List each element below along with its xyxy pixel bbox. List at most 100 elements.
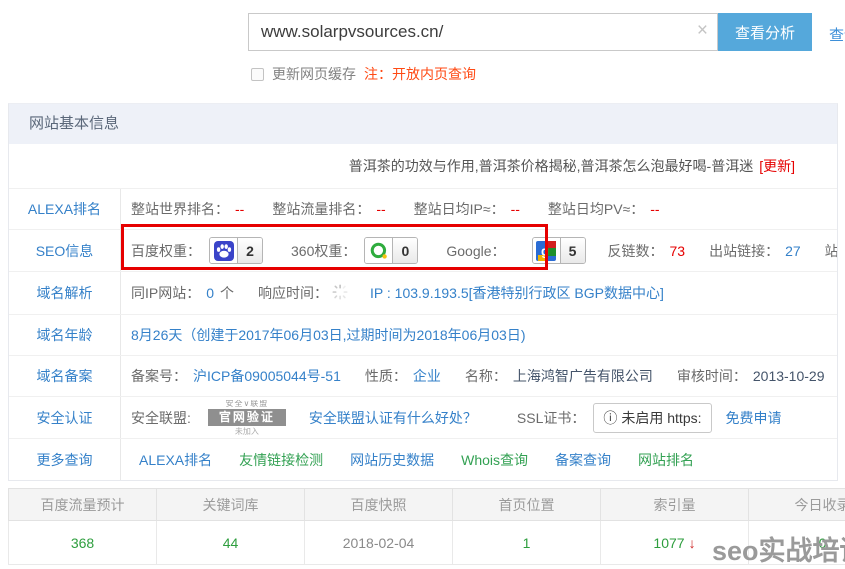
- outlinks-value: 27: [785, 243, 801, 259]
- link-site-history[interactable]: 网站历史数据: [350, 450, 434, 470]
- badge-sub-text: 未加入: [199, 428, 295, 436]
- backlinks-value: 73: [670, 243, 686, 259]
- seo-row-label: SEO信息: [9, 230, 121, 271]
- header-baidu-snapshot: 百度快照: [305, 489, 453, 521]
- domain-age-row: 域名年龄 8月26天（创建于2017年06月03日,过期时间为2018年06月0…: [9, 314, 837, 355]
- more-queries-content: ALEXA排名 友情链接检测 网站历史数据 Whois查询 备案查询 网站排名: [121, 450, 837, 470]
- value-keyword-count[interactable]: 44: [157, 521, 305, 565]
- icp-audit-label: 审核时间：: [677, 366, 747, 386]
- analyze-button[interactable]: 查看分析: [718, 13, 812, 51]
- header-baidu-traffic: 百度流量预计: [9, 489, 157, 521]
- seo-row-content: 百度权重： 2 360权重： 0: [121, 237, 837, 264]
- link-icp-query[interactable]: 备案查询: [555, 450, 611, 470]
- dns-row-content: 同IP网站： 0 个 响应时间： IP : 103.9.193.5[香港特别行政…: [121, 283, 837, 303]
- icp-nature-link[interactable]: 企业: [413, 366, 441, 386]
- alexa-daily-ip-label: 整站日均IP≈：: [414, 199, 505, 219]
- stats-header-row: 百度流量预计 关键词库 百度快照 首页位置 索引量 今日收录: [9, 489, 845, 521]
- site-title-update-link[interactable]: [更新]: [759, 156, 795, 176]
- alexa-daily-pv-label: 整站日均PV≈：: [548, 199, 644, 219]
- badge-top-text: 安全∨联盟: [199, 400, 295, 408]
- icp-audit-date: 2013-10-29: [753, 368, 825, 384]
- icp-number-link[interactable]: 沪ICP备09005044号-51: [193, 366, 341, 386]
- panel-title: 网站基本信息: [9, 104, 837, 144]
- value-home-position: 1: [453, 521, 601, 565]
- google-logo-icon: g: [533, 238, 560, 263]
- security-row-content: 安全联盟: 安全∨联盟 官网验证 未加入 安全联盟认证有什么好处？ SSL证书：…: [121, 400, 837, 436]
- same-ip-unit: 个: [220, 283, 234, 303]
- alexa-world-rank-label: 整站世界排名：: [131, 199, 229, 219]
- header-home-position: 首页位置: [453, 489, 601, 521]
- icp-company-name[interactable]: 上海鸿智广告有限公司: [513, 366, 653, 386]
- security-alliance-badge[interactable]: 安全∨联盟 官网验证 未加入: [199, 400, 295, 436]
- value-baidu-traffic[interactable]: 368: [9, 521, 157, 565]
- icp-row: 域名备案 备案号：沪ICP备09005044号-51 性质：企业 名称：上海鸿智…: [9, 355, 837, 396]
- inner-page-note: 注：开放内页查询: [364, 64, 476, 84]
- site-title-row: 普洱茶的功效与作用,普洱茶价格揭秘,普洱茶怎么泡最好喝-普洱迷 [更新]: [9, 144, 837, 188]
- response-time-label: 响应时间：: [258, 283, 328, 303]
- dns-row: 域名解析 同IP网站： 0 个 响应时间： IP : 103.9.193.5[香…: [9, 271, 837, 314]
- alliance-benefit-link[interactable]: 安全联盟认证有什么好处？: [309, 408, 477, 428]
- search-bar: × 查看分析: [248, 13, 812, 51]
- baidu-weight-label: 百度权重：: [131, 241, 201, 261]
- backlinks-label: 反链数：: [608, 241, 664, 261]
- svg-text:g: g: [541, 243, 549, 258]
- link-alexa-rank[interactable]: ALEXA排名: [139, 450, 212, 470]
- alexa-row-label: ALEXA排名: [9, 189, 121, 229]
- link-whois-query[interactable]: Whois查询: [461, 450, 528, 470]
- so360-weight-badge[interactable]: 0: [364, 237, 418, 264]
- alexa-row: ALEXA排名 整站世界排名： -- 整站流量排名： -- 整站日均IP≈： -- 整…: [9, 188, 837, 229]
- cache-checkbox[interactable]: [251, 68, 264, 81]
- icp-row-content: 备案号： 沪ICP备09005044号-51 性质： 企业 名称： 上海鸿智广告有限公…: [121, 366, 837, 386]
- so360-weight-value: 0: [392, 238, 417, 263]
- search-input[interactable]: [249, 14, 717, 50]
- google-pr-badge[interactable]: g 5: [532, 237, 586, 264]
- ssl-apply-link[interactable]: 免费申请: [726, 408, 782, 428]
- same-ip-value[interactable]: 0: [206, 285, 214, 301]
- page: × 查看分析 查询 更新网页缓存 注：开放内页查询 网站基本信息 普洱茶的功效与…: [0, 0, 845, 569]
- security-row: 安全认证 安全联盟: 安全∨联盟 官网验证 未加入 安全联盟认证有什么好处？ S…: [9, 396, 837, 438]
- baidu-weight-value: 2: [237, 238, 262, 263]
- clear-icon[interactable]: ×: [697, 20, 708, 42]
- link-site-rank[interactable]: 网站排名: [638, 450, 694, 470]
- query-link[interactable]: 查询: [829, 24, 845, 45]
- loading-spinner-icon: [332, 284, 348, 303]
- ip-location-link[interactable]: IP : 103.9.193.5[香港特别行政区 BGP数据中心]: [370, 283, 664, 303]
- alexa-traffic-rank-value: --: [376, 201, 385, 217]
- alexa-daily-ip-value: --: [511, 201, 520, 217]
- baidu-weight-badge[interactable]: 2: [209, 237, 263, 264]
- dns-row-label: 域名解析: [9, 272, 121, 314]
- baidu-paw-icon: [210, 238, 237, 263]
- header-keyword-count: 关键词库: [157, 489, 305, 521]
- icp-number-label: 备案号：: [131, 366, 187, 386]
- icp-nature-label: 性质：: [365, 366, 407, 386]
- watermark-text: seo实战培训: [712, 529, 845, 568]
- ssl-status-box: ⓘ 未启用 https:: [593, 403, 711, 433]
- alexa-daily-pv-value: --: [650, 201, 659, 217]
- inlinks-label: 站内链接: [825, 241, 837, 261]
- alexa-world-rank-value: --: [235, 201, 244, 217]
- search-box: ×: [248, 13, 718, 51]
- cache-option-row: 更新网页缓存 注：开放内页查询: [251, 64, 476, 84]
- 360-logo-icon: [365, 238, 392, 263]
- down-arrow-icon: ↓: [689, 535, 696, 551]
- alexa-traffic-rank-label: 整站流量排名：: [272, 199, 370, 219]
- header-today-included: 今日收录: [749, 489, 845, 521]
- link-friend-links-check[interactable]: 友情链接检测: [239, 450, 323, 470]
- value-baidu-snapshot[interactable]: 2018-02-04: [305, 521, 453, 565]
- seo-row: SEO信息 百度权重： 2 360权重：: [9, 229, 837, 271]
- outlinks-label: 出站链接：: [709, 241, 779, 261]
- more-queries-label: 更多查询: [9, 439, 121, 480]
- site-title-text: 普洱茶的功效与作用,普洱茶价格揭秘,普洱茶怎么泡最好喝-普洱迷: [349, 156, 753, 176]
- security-row-label: 安全认证: [9, 397, 121, 438]
- ssl-status-text: 未启用 https:: [621, 408, 701, 428]
- alexa-row-content: 整站世界排名：-- 整站流量排名：-- 整站日均IP≈：-- 整站日均PV≈：-…: [121, 199, 837, 219]
- cache-checkbox-label[interactable]: 更新网页缓存: [272, 64, 356, 84]
- same-ip-label: 同IP网站：: [131, 283, 200, 303]
- alliance-label: 安全联盟:: [131, 408, 191, 428]
- more-queries-row: 更多查询 ALEXA排名 友情链接检测 网站历史数据 Whois查询 备案查询 …: [9, 438, 837, 480]
- header-index-volume: 索引量: [601, 489, 749, 521]
- icp-name-label: 名称：: [465, 366, 507, 386]
- site-info-panel: 网站基本信息 普洱茶的功效与作用,普洱茶价格揭秘,普洱茶怎么泡最好喝-普洱迷 […: [8, 103, 838, 481]
- so360-weight-label: 360权重：: [291, 241, 356, 261]
- domain-age-content: 8月26天（创建于2017年06月03日,过期时间为2018年06月03日): [121, 325, 837, 345]
